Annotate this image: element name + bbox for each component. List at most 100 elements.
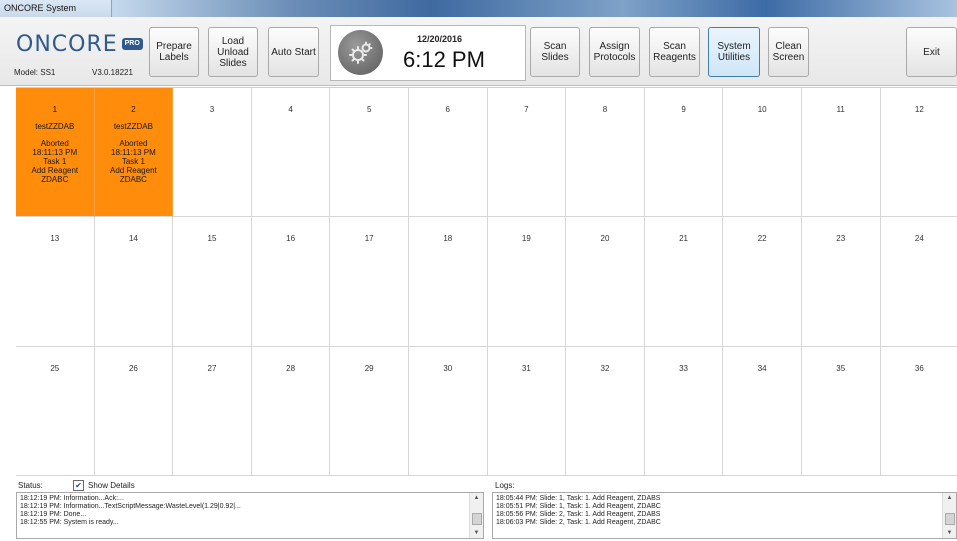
slide-cell-9[interactable]: 9 [644,88,724,217]
logs-pane[interactable]: 18:05:44 PM: Slide: 1, Task: 1. Add Reag… [492,492,957,539]
slide-cell-28[interactable]: 28 [251,347,331,476]
slide-number: 27 [207,364,217,373]
scroll-thumb[interactable] [472,513,482,525]
slide-number: 30 [443,364,453,373]
slide-cell-20[interactable]: 20 [566,217,645,347]
slide-number: 12 [914,105,924,114]
gears-icon [338,30,383,75]
scan-slides-button[interactable]: Scan Slides [530,27,580,77]
slide-number: 24 [914,234,924,243]
slide-cell-25[interactable]: 25 [16,347,95,476]
slide-number: 31 [521,364,531,373]
system-utilities-button[interactable]: System Utilities [708,27,760,77]
status-line: 18:12:19 PM: Done... [20,511,87,518]
slide-cell-22[interactable]: 22 [723,217,802,347]
slide-status-line: ZDABC [119,175,147,184]
scan-reagents-button[interactable]: Scan Reagents [649,27,700,77]
checkbox-check-icon[interactable]: ✔ [73,480,84,491]
slide-cell-1[interactable]: 1 testZZDAB Aborted 18:11:13 PM Task 1 Add Re… [16,88,95,217]
show-details-checkbox[interactable]: ✔ Show Details [73,480,135,491]
window-title: ONCORE System Software [0,0,112,30]
status-line: 18:12:55 PM: System is ready... [20,519,119,526]
logo-text: ONCORE [16,31,118,57]
slide-status-line: Add Reagent [110,166,157,175]
assign-protocols-button[interactable]: Assign Protocols [589,27,640,77]
slide-cell-34[interactable]: 34 [723,347,802,476]
slide-number: 35 [836,364,846,373]
logs-scrollbar[interactable]: ▲ ▼ [942,493,956,538]
slide-number: 7 [524,105,529,114]
slide-cell-8[interactable]: 8 [566,88,645,217]
log-line: 18:06:03 PM: Slide: 2, Task: 1. Add Reag… [496,519,661,526]
slide-number: 17 [364,234,374,243]
slide-cell-18[interactable]: 18 [408,217,488,347]
slide-number: 28 [286,364,296,373]
slide-cell-15[interactable]: 15 [173,217,252,347]
prepare-labels-button[interactable]: Prepare Labels [149,27,199,77]
exit-button[interactable]: Exit [906,27,957,77]
slide-cell-6[interactable]: 6 [408,88,488,217]
load-unload-slides-button[interactable]: Load Unload Slides [208,27,258,77]
slide-cell-29[interactable]: 29 [330,347,409,476]
slide-number: 8 [602,105,608,114]
slide-number: 1 [52,105,58,114]
auto-start-button[interactable]: Auto Start [268,27,319,77]
log-line: 18:05:56 PM: Slide: 2, Task: 1. Add Reag… [496,511,661,518]
slide-cell-11[interactable]: 11 [801,88,881,217]
clock-panel: 12/20/2016 6:12 PM [330,25,526,81]
slide-number: 23 [836,234,846,243]
slide-cell-31[interactable]: 31 [487,347,567,476]
scroll-down-icon[interactable]: ▼ [470,528,483,538]
status-pane[interactable]: 18:12:19 PM: Information...Ack:... 18:12… [16,492,484,539]
slide-cell-2[interactable]: 2 testZZDAB Aborted 18:11:13 PM Task 1 Add Re… [94,88,174,217]
slide-cell-24[interactable]: 24 [880,217,957,347]
slide-status-line: ZDABC [41,175,69,184]
scroll-up-icon[interactable]: ▲ [470,493,483,503]
slide-cell-4[interactable]: 4 [251,88,331,217]
show-details-label: Show Details [88,481,135,490]
slide-number: 4 [288,105,293,114]
slide-cell-10[interactable]: 10 [723,88,802,217]
slide-cell-12[interactable]: 12 [880,88,957,217]
slide-number: 18 [443,234,453,243]
slide-status-line: Task 1 [121,157,145,166]
status-label: Status: [18,481,43,490]
slide-number: 20 [600,234,610,243]
slide-cell-21[interactable]: 21 [644,217,724,347]
slide-status-line: 18:11:13 PM [111,148,156,157]
scroll-thumb[interactable] [945,513,955,525]
status-scrollbar[interactable]: ▲ ▼ [469,493,483,538]
slide-cell-5[interactable]: 5 [330,88,409,217]
slide-cell-32[interactable]: 32 [566,347,645,476]
log-line: 18:05:44 PM: Slide: 1, Task: 1. Add Reag… [496,495,661,502]
oncore-logo: ONCORE PRO [16,31,143,57]
slide-number: 10 [757,105,767,114]
slide-cell-23[interactable]: 23 [801,217,881,347]
slide-cell-16[interactable]: 16 [251,217,331,347]
slide-cell-35[interactable]: 35 [801,347,881,476]
slide-cell-3[interactable]: 3 [173,88,252,217]
slide-number: 34 [757,364,767,373]
slide-number: 36 [914,364,924,373]
slide-status-line: 18:11:13 PM [32,148,78,157]
slide-cell-7[interactable]: 7 [487,88,567,217]
slide-cell-30[interactable]: 30 [408,347,488,476]
slide-cell-13[interactable]: 13 [16,217,95,347]
slide-number: 11 [836,105,845,114]
scroll-up-icon[interactable]: ▲ [943,493,956,503]
slide-number: 9 [681,105,686,114]
slide-cell-17[interactable]: 17 [330,217,409,347]
slide-cell-36[interactable]: 36 [880,347,957,476]
slide-number: 16 [286,234,296,243]
slide-cell-14[interactable]: 14 [94,217,174,347]
clean-screen-button[interactable]: Clean Screen [768,27,809,77]
slide-cell-26[interactable]: 26 [94,347,174,476]
slide-cell-33[interactable]: 33 [644,347,724,476]
slide-grid: 1 testZZDAB Aborted 18:11:13 PM Task 1 Add Re… [16,87,957,476]
slide-number: 19 [521,234,531,243]
scroll-down-icon[interactable]: ▼ [943,528,956,538]
slide-cell-19[interactable]: 19 [487,217,567,347]
slide-cell-27[interactable]: 27 [173,347,252,476]
slide-name: testZZDAB [35,122,75,131]
status-line: 18:12:19 PM: Information...TextScriptMes… [20,503,241,510]
